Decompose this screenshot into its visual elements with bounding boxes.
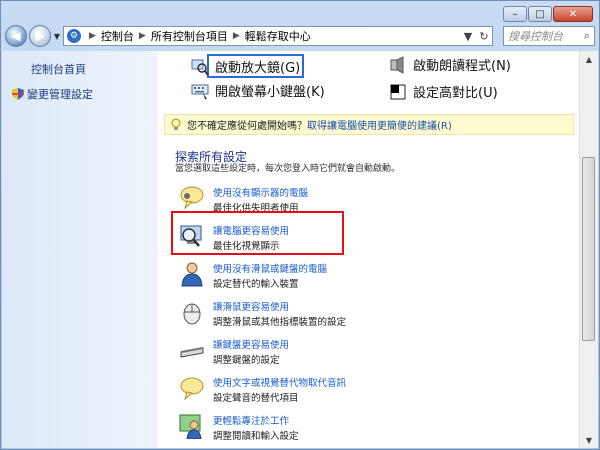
- tool-label: 啟動朗讀程式(N): [413, 59, 511, 74]
- vertical-scrollbar[interactable]: ▲ ▼: [579, 51, 598, 448]
- item-title-link[interactable]: 使用沒有滑鼠或鍵盤的電腦: [213, 261, 327, 275]
- explorer-window: – □ ✕ ◀ ▶ ▼ ⚙ ▶ 控制台 ▶ 所有控制台項目 ▶ 輕鬆存取中心 ▼…: [0, 0, 600, 450]
- speech-bubble-icon: [180, 186, 204, 210]
- breadcrumb-separator[interactable]: ▶: [89, 31, 96, 41]
- item-title-link[interactable]: 讓滑鼠更容易使用: [213, 299, 289, 313]
- tool-label: 啟動放大鏡(G): [215, 61, 301, 76]
- sidebar-item-label: 變更管理設定: [27, 88, 93, 101]
- scroll-down-button[interactable]: ▼: [580, 432, 598, 448]
- shield-icon: [12, 88, 24, 100]
- main-content: 啟動放大鏡(G) 啟動朗讀程式(N) 開啟螢幕小鍵盤(K) 設定高對比(U) 您…: [158, 51, 580, 448]
- person-icon: [181, 262, 203, 287]
- sidebar-item-home[interactable]: 控制台首頁: [31, 61, 86, 77]
- section-description: 當您選取這些設定時，每次您登入時它們就會自動啟動。: [175, 164, 401, 174]
- breadcrumb-ease-of-access[interactable]: 輕鬆存取中心: [245, 28, 311, 44]
- search-placeholder: 搜尋控制台: [508, 30, 563, 43]
- sidebar: 控制台首頁 變更管理設定: [2, 51, 158, 448]
- item-title-link[interactable]: 使用文字或視覺替代物取代音訊: [213, 375, 346, 389]
- address-dropdown-icon[interactable]: ▼: [460, 30, 476, 43]
- navigation-bar: ◀ ▶ ▼ ⚙ ▶ 控制台 ▶ 所有控制台項目 ▶ 輕鬆存取中心 ▼ ↻ 搜尋控…: [5, 23, 595, 49]
- narrator-icon: [390, 55, 404, 74]
- item-description: 設定替代的輸入裝置: [213, 279, 299, 290]
- item-description: 調整滑鼠或其他指標裝置的設定: [213, 317, 347, 328]
- list-item-focus-on-tasks[interactable]: 更輕鬆專注於工作 調整閱讀和輸入設定: [175, 411, 435, 447]
- item-description: 調整鍵盤的設定: [213, 355, 280, 366]
- tool-label: 設定高對比(U): [413, 86, 498, 101]
- item-title-link[interactable]: 更輕鬆專注於工作: [213, 413, 289, 427]
- mouse-icon: [183, 303, 201, 325]
- focus-person-icon: [179, 414, 202, 439]
- control-panel-icon: ⚙: [67, 29, 81, 43]
- close-button[interactable]: ✕: [553, 6, 593, 22]
- highlight-annotation-box: [171, 211, 344, 255]
- magnifier-icon: [191, 59, 209, 76]
- forward-button[interactable]: ▶: [29, 25, 51, 47]
- suggestion-text: 您不確定應從何處開始嗎？: [187, 121, 307, 132]
- open-onscreen-keyboard-link[interactable]: 開啟螢幕小鍵盤(K): [191, 81, 325, 100]
- search-icon[interactable]: ⌕: [584, 29, 590, 43]
- breadcrumb-separator[interactable]: ▶: [233, 31, 240, 41]
- item-title-link[interactable]: 使用沒有顯示器的電腦: [213, 185, 308, 199]
- breadcrumb-control-panel[interactable]: 控制台: [101, 28, 134, 44]
- breadcrumb-separator[interactable]: ▶: [139, 31, 146, 41]
- chat-bubble-icon: [180, 377, 204, 401]
- breadcrumb-all-items[interactable]: 所有控制台項目: [151, 28, 228, 44]
- back-button[interactable]: ◀: [5, 25, 27, 47]
- address-bar[interactable]: ⚙ ▶ 控制台 ▶ 所有控制台項目 ▶ 輕鬆存取中心 ▼ ↻: [63, 26, 493, 46]
- refresh-icon[interactable]: ↻: [476, 30, 492, 43]
- sidebar-item-admin-settings[interactable]: 變更管理設定: [12, 86, 93, 102]
- caption-buttons: – □ ✕: [502, 6, 593, 22]
- item-description: 調整閱讀和輸入設定: [213, 431, 299, 442]
- minimize-button[interactable]: –: [503, 6, 527, 22]
- start-magnifier-link[interactable]: 啟動放大鏡(G): [191, 57, 300, 76]
- scroll-thumb[interactable]: [582, 157, 595, 341]
- scroll-up-button[interactable]: ▲: [580, 51, 598, 67]
- lightbulb-icon: [171, 118, 181, 130]
- get-recommendations-link[interactable]: 取得讓電腦使用更簡便的建議(R): [307, 117, 452, 132]
- search-input[interactable]: 搜尋控制台 ⌕: [503, 26, 595, 46]
- list-item-mouse-easier[interactable]: 讓滑鼠更容易使用 調整滑鼠或其他指標裝置的設定: [175, 297, 435, 333]
- list-item-alternatives-for-sound[interactable]: 使用文字或視覺替代物取代音訊 設定聲音的替代項目: [175, 373, 435, 409]
- recent-pages-dropdown[interactable]: ▼: [52, 32, 62, 41]
- item-description: 設定聲音的替代項目: [213, 393, 299, 404]
- tool-label: 開啟螢幕小鍵盤(K): [215, 85, 325, 100]
- item-title-link[interactable]: 讓鍵盤更容易使用: [213, 337, 289, 351]
- list-item-without-mouse-keyboard[interactable]: 使用沒有滑鼠或鍵盤的電腦 設定替代的輸入裝置: [175, 259, 435, 295]
- start-narrator-link[interactable]: 啟動朗讀程式(N): [389, 55, 511, 74]
- contrast-icon: [390, 84, 406, 99]
- list-item-keyboard-easier[interactable]: 讓鍵盤更容易使用 調整鍵盤的設定: [175, 335, 435, 371]
- set-high-contrast-link[interactable]: 設定高對比(U): [389, 82, 498, 101]
- suggestion-banner: 您不確定應從何處開始嗎？ 取得讓電腦使用更簡便的建議(R): [164, 114, 574, 135]
- maximize-button[interactable]: □: [528, 6, 552, 22]
- keyboard-icon: [191, 84, 209, 99]
- keyboard-icon: [180, 347, 204, 358]
